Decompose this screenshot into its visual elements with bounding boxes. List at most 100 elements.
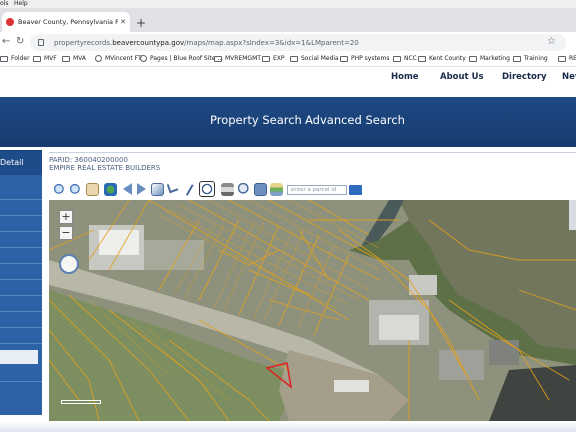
bookmark-item[interactable]: MVREMGMT: [214, 55, 261, 62]
back-button[interactable]: ←: [2, 35, 10, 49]
bookmark-label: Social Media: [301, 55, 339, 62]
left-divider: [0, 311, 42, 312]
bookmark-label: MVA: [73, 55, 87, 62]
bookmark-item[interactable]: Social Media: [290, 55, 339, 62]
folder-icon: [33, 55, 41, 62]
find-icon[interactable]: [238, 183, 251, 196]
full-extent-icon[interactable]: [151, 183, 164, 196]
folder-icon: [558, 55, 566, 62]
advanced-search-link[interactable]: Advanced Search: [305, 113, 405, 127]
bookmark-label: RE so: [569, 55, 576, 62]
browser-tab[interactable]: Beaver County, Pennsylvania Prope ✕: [2, 12, 130, 32]
nav-directory[interactable]: Directory: [502, 72, 547, 82]
previous-extent-icon[interactable]: [123, 183, 132, 195]
lock-icon[interactable]: [38, 39, 44, 46]
url-path: /maps/map.aspx?sIndex=3&idx=1&LMparent=2…: [184, 38, 359, 47]
left-divider: [0, 215, 42, 216]
bookmark-item[interactable]: Pages | Blue Roof Site ...: [140, 55, 223, 62]
globe-icon[interactable]: [104, 183, 117, 196]
bookmark-label: Training: [524, 55, 548, 62]
bookmark-item[interactable]: Folder: [0, 55, 30, 62]
folder-icon: [513, 55, 521, 62]
bookmark-label: EXP: [273, 55, 285, 62]
next-extent-icon[interactable]: [137, 183, 146, 195]
bookmark-item[interactable]: Kent County: [418, 55, 466, 62]
map-toolbar: enter a parcel id: [49, 180, 576, 200]
url-host: beavercountypa.gov: [112, 38, 185, 47]
globe-icon: [140, 55, 147, 62]
menu-help[interactable]: Help: [14, 0, 28, 8]
bookmark-item[interactable]: MVF: [33, 55, 57, 62]
measure-icon[interactable]: [182, 182, 194, 196]
bookmark-label: Kent County: [429, 55, 466, 62]
url-prefix: propertyrecords.: [54, 38, 113, 47]
property-search-link[interactable]: Property Search: [210, 113, 302, 127]
layers-icon[interactable]: [270, 183, 283, 196]
folder-icon: [469, 55, 477, 62]
pan-hand-icon[interactable]: [86, 183, 99, 196]
bookmark-item[interactable]: Marketing: [469, 55, 510, 62]
globe-icon: [95, 55, 102, 62]
folder-icon: [214, 55, 222, 62]
close-icon[interactable]: ✕: [120, 18, 126, 26]
bookmark-label: MVF: [44, 55, 57, 62]
identify-info-icon[interactable]: [199, 181, 215, 197]
bookmark-item[interactable]: NCC: [393, 55, 417, 62]
browser-window: ols Help Beaver County, Pennsylvania Pro…: [0, 0, 576, 432]
zoom-in-icon[interactable]: [53, 183, 66, 196]
left-divider: [0, 327, 42, 328]
zoom-out-icon[interactable]: [69, 183, 82, 196]
new-tab-button[interactable]: +: [136, 17, 146, 29]
bookmark-item[interactable]: EXP: [262, 55, 285, 62]
bookmark-star-icon[interactable]: ☆: [547, 36, 556, 47]
reload-button[interactable]: ↻: [16, 35, 24, 49]
left-panel-selected-item[interactable]: [0, 350, 38, 364]
parcel-header: PARID: 360040200000 EMPIRE REAL ESTATE B…: [49, 156, 160, 172]
print-icon[interactable]: [221, 183, 234, 196]
folder-icon: [262, 55, 270, 62]
parcel-map[interactable]: + −: [49, 200, 576, 421]
left-divider: [0, 231, 42, 232]
bookmark-item[interactable]: MVincent FT: [95, 55, 142, 62]
folder-icon: [418, 55, 426, 62]
map-zoom-in-button[interactable]: +: [59, 210, 73, 224]
left-panel-detail[interactable]: Detail: [0, 151, 42, 175]
left-divider: [0, 247, 42, 248]
parcel-search-go-button[interactable]: [349, 185, 362, 195]
folder-icon: [340, 55, 348, 62]
folder-icon: [0, 55, 8, 62]
bookmark-label: PHP systems: [351, 55, 390, 62]
parcel-search-input[interactable]: enter a parcel id: [287, 185, 347, 195]
page-footer-strip: [0, 421, 576, 432]
nav-news[interactable]: Nev: [562, 72, 576, 82]
left-divider: [0, 263, 42, 264]
bookmark-label: NCC: [404, 55, 417, 62]
bookmark-label: Marketing: [480, 55, 510, 62]
menu-strip: ols Help: [0, 0, 576, 8]
bookmark-item[interactable]: Training: [513, 55, 548, 62]
select-arrow-icon[interactable]: [166, 181, 179, 194]
aerial-imagery: [49, 200, 576, 421]
left-divider: [0, 381, 42, 382]
map-zoom-out-button[interactable]: −: [59, 226, 73, 240]
bookmarks-bar: Folder MVF MVA MVincent FT Pages | Blue Roof…: [0, 52, 576, 67]
folder-icon: [62, 55, 70, 62]
map-scale-bar: [61, 400, 101, 404]
bookmark-label: MVREMGMT: [225, 55, 261, 62]
bookmark-item[interactable]: PHP systems: [340, 55, 389, 62]
export-icon[interactable]: [254, 183, 267, 196]
folder-icon: [393, 55, 401, 62]
bookmark-item[interactable]: RE so: [558, 55, 576, 62]
address-bar[interactable]: propertyrecords. beavercountypa.gov/maps/…: [30, 34, 566, 51]
bookmark-item[interactable]: MVA: [62, 55, 86, 62]
map-pan-control[interactable]: [59, 254, 79, 274]
menu-tools[interactable]: ols: [0, 0, 8, 8]
tab-title: Beaver County, Pennsylvania Prope: [18, 18, 119, 26]
nav-home[interactable]: Home: [391, 72, 419, 82]
folder-icon: [290, 55, 298, 62]
site-header: Home About Us Directory Nev: [0, 67, 576, 97]
bookmark-label: Folder: [11, 55, 30, 62]
parcel-id: PARID: 360040200000: [49, 156, 128, 164]
favicon-icon: [6, 18, 14, 26]
nav-about-us[interactable]: About Us: [440, 72, 484, 82]
